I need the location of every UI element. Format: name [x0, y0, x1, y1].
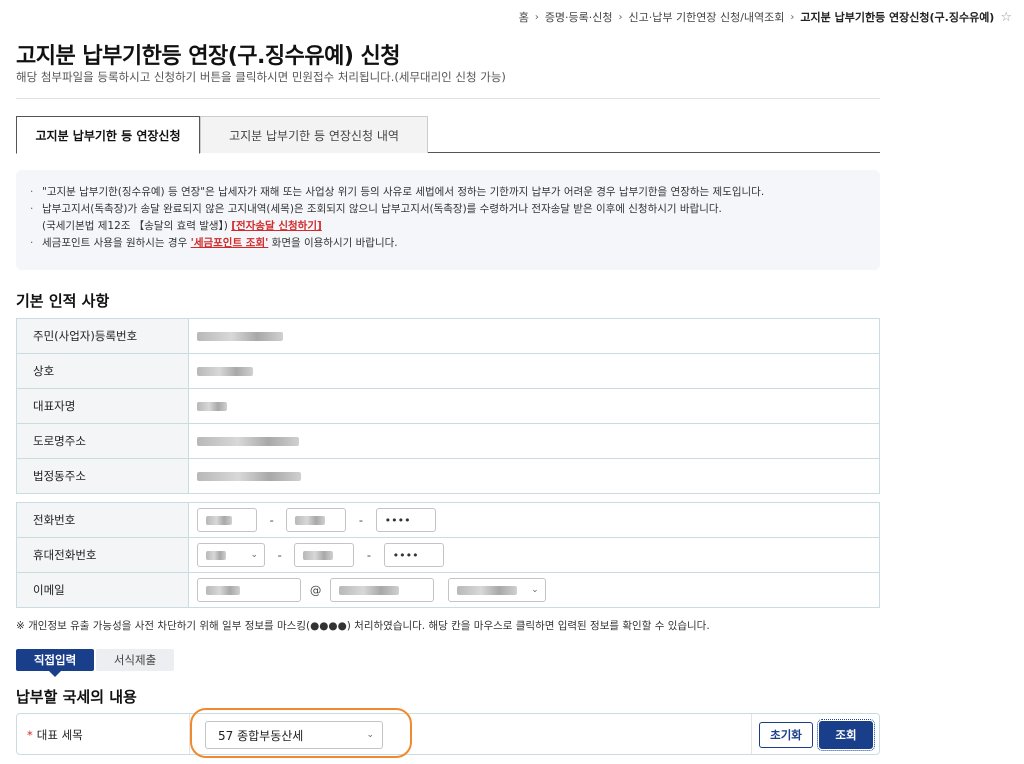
breadcrumb-home[interactable]: 홈 [519, 9, 529, 25]
breadcrumb: 홈 › 증명·등록·신청 › 신고·납부 기한연장 신청/내역조회 › 고지분 … [519, 9, 1012, 25]
tab-extension-apply[interactable]: 고지분 납부기한 등 연장신청 [16, 116, 200, 154]
breadcrumb-separator: › [790, 11, 795, 23]
phone-input-3[interactable]: •••• [375, 508, 436, 532]
section-title-basic: 기본 인적 사항 [16, 292, 110, 310]
breadcrumb-current: 고지분 납부기한등 연장신청(구.징수유예) [800, 11, 995, 24]
page-title: 고지분 납부기한등 연장(구.징수유예) 신청 [16, 44, 401, 69]
contact-table: 전화번호 - - •••• 휴대전화번호 ⌄ - - •••• 이메일 @ ⌄ [16, 502, 880, 608]
label-phone: 전화번호 [16, 502, 189, 538]
chevron-down-icon: ⌄ [366, 730, 374, 740]
masked-value [295, 515, 326, 525]
notice-line-1: "고지분 납부기한(징수유예) 등 연장"은 납세자가 재해 또는 사업상 위기… [42, 186, 765, 198]
phone-input-1[interactable] [197, 508, 257, 532]
bullet-icon: · [30, 186, 34, 198]
label-representative: 대표자명 [16, 388, 189, 424]
reset-button[interactable]: 초기화 [759, 722, 813, 748]
required-mark: * [27, 728, 33, 742]
mobile-input-2[interactable] [294, 543, 355, 567]
email-domain-input[interactable] [330, 578, 435, 602]
label-email: 이메일 [16, 572, 189, 608]
masked-value [456, 585, 517, 595]
direct-input-button[interactable]: 직접입력 [16, 649, 94, 677]
basic-info-table: 주민(사업자)등록번호 상호 대표자명 도로명주소 법정동주소 [16, 318, 880, 494]
tax-point-link[interactable]: '세금포인트 조회' [191, 237, 269, 249]
label-road-address: 도로명주소 [16, 423, 189, 459]
phone-input-2[interactable] [286, 508, 347, 532]
email-id-input[interactable] [197, 578, 301, 602]
notice-line-2: 납부고지서(독촉장)가 송달 완료되지 않은 고지내역(세목)은 조회되지 않으… [42, 203, 722, 215]
bullet-icon: · [30, 237, 34, 249]
breadcrumb-certificate[interactable]: 증명·등록·신청 [545, 9, 613, 25]
masked-value [206, 515, 232, 525]
email-domain-select[interactable]: ⌄ [447, 578, 546, 602]
label-id-number: 주민(사업자)등록번호 [16, 318, 189, 354]
masked-representative [197, 402, 227, 411]
masked-value [303, 550, 334, 560]
label-legal-address: 법정동주소 [16, 458, 189, 494]
notice-line-4-post: 화면을 이용하시기 바랍니다. [271, 237, 398, 249]
email-at-sign: @ [309, 582, 322, 597]
masked-legal-address [197, 472, 301, 481]
search-button[interactable]: 조회 [817, 719, 875, 751]
form-submit-button[interactable]: 서식제출 [96, 649, 174, 671]
divider [16, 98, 880, 99]
breadcrumb-separator: › [534, 11, 539, 23]
label-company-name: 상호 [16, 353, 189, 389]
notice-line-3: (국세기본법 제12조 【송달의 효력 발생】) [42, 220, 228, 232]
page-description: 해당 첨부파일을 등록하시고 신청하기 버튼을 클릭하시면 민원접수 처리됩니다… [16, 70, 506, 84]
tax-item-select[interactable]: 57 종합부동산세 ⌄ [205, 721, 383, 749]
tab-extension-history[interactable]: 고지분 납부기한 등 연장신청 내역 [200, 116, 428, 153]
tax-selection-box: * 대표 세목 57 종합부동산세 ⌄ 초기화 조회 [16, 708, 880, 758]
masked-value [206, 585, 240, 595]
tax-item-selected: 57 종합부동산세 [218, 728, 304, 743]
tab-bar: 고지분 납부기한 등 연장신청 고지분 납부기한 등 연장신청 내역 [16, 116, 880, 154]
masked-road-address [197, 437, 299, 446]
notice-line-4-pre: 세금포인트 사용을 원하시는 경우 [42, 237, 188, 249]
mobile-prefix-select[interactable]: ⌄ [197, 543, 265, 567]
privacy-note: ※ 개인정보 유출 가능성을 사전 차단하기 위해 일부 정보를 마스킹(●●●… [16, 620, 710, 632]
favorite-star-icon[interactable]: ☆ [1000, 10, 1012, 25]
notice-box: · "고지분 납부기한(징수유예) 등 연장"은 납세자가 재해 또는 사업상 위… [16, 170, 880, 270]
label-mobile: 휴대전화번호 [16, 537, 189, 573]
breadcrumb-separator: › [618, 11, 623, 23]
chevron-down-icon: ⌄ [250, 550, 258, 560]
mobile-input-3[interactable]: •••• [383, 543, 444, 567]
masked-value [339, 585, 400, 595]
masked-company-name [197, 367, 253, 376]
masked-id-number [197, 332, 283, 341]
bullet-icon: · [30, 203, 34, 215]
section-title-tax: 납부할 국세의 내용 [16, 688, 137, 706]
e-delivery-link[interactable]: [전자송달 신청하기] [231, 218, 322, 235]
masked-value [206, 550, 226, 560]
chevron-down-icon: ⌄ [531, 585, 539, 595]
tax-item-label: 대표 세목 [36, 728, 83, 742]
breadcrumb-extension[interactable]: 신고·납부 기한연장 신청/내역조회 [629, 9, 785, 25]
